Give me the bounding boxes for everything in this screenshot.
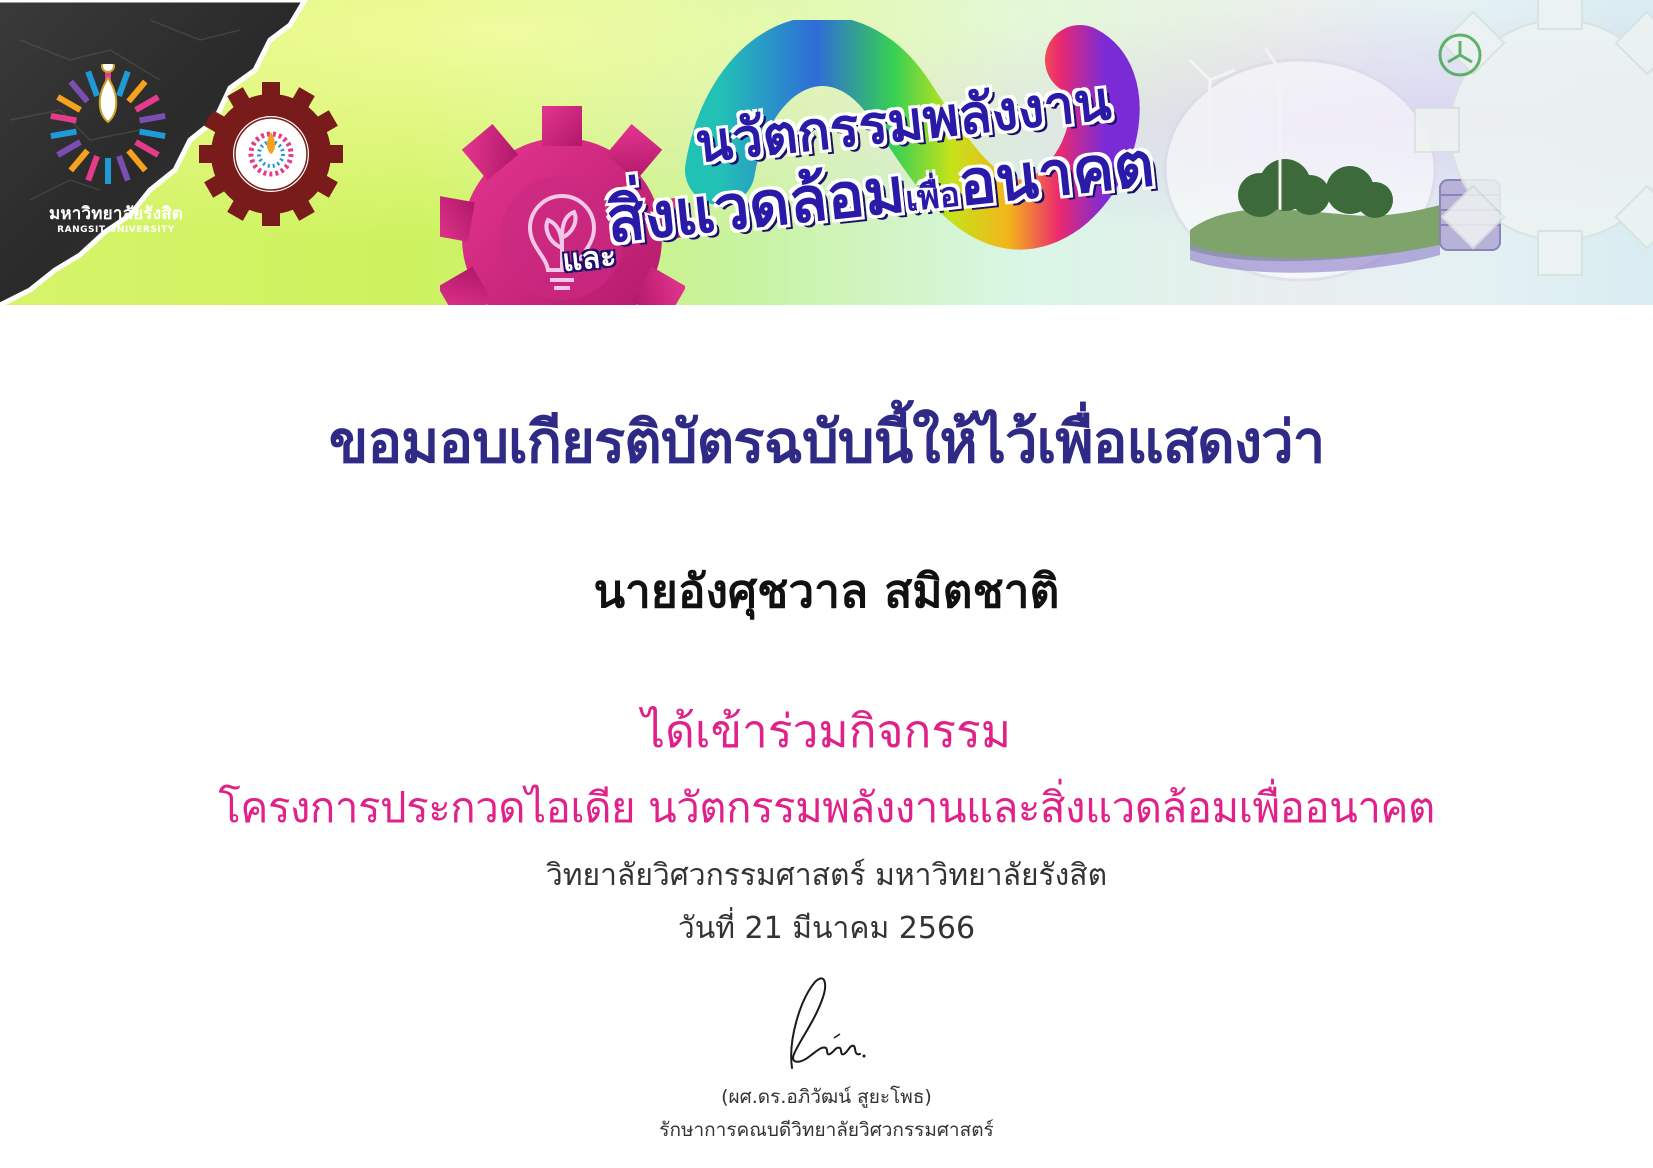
gear-decoration-icon xyxy=(1414,0,1653,276)
certificate-heading: ขอมอบเกียรติบัตรฉบับนี้ให้ไว้เพื่อแสดงว่… xyxy=(328,408,1326,476)
organization-name: วิทยาลัยวิศวกรรมศาสตร์ มหาวิทยาลัยรังสิต xyxy=(545,858,1108,893)
header-banner: มหาวิทยาลัยรังสิต RANGSIT UNIVERSITY นวั… xyxy=(0,0,1653,305)
certificate-date: วันที่ 21 มีนาคม 2566 xyxy=(677,911,976,946)
signatory-title: รักษาการคณบดีวิทยาลัยวิศวกรรมศาสตร์ xyxy=(659,1119,994,1141)
project-title: โครงการประกวดไอเดีย นวัตกรรมพลังงานและสิ… xyxy=(218,783,1435,832)
banner-title-end: อนาคต xyxy=(954,126,1158,221)
signature-image xyxy=(790,977,866,1069)
university-name-en: RANGSIT UNIVERSITY xyxy=(57,225,175,235)
college-of-engineering-seal-icon xyxy=(199,82,343,226)
university-name-th: มหาวิทยาลัยรังสิต xyxy=(48,204,184,224)
banner-title-small: เพื่อ xyxy=(903,174,962,220)
recipient-name: นายอังศุชวาล สมิตชาติ xyxy=(593,564,1060,618)
banner-title-main: สิ่งแวดล้อม xyxy=(603,153,909,258)
participation-statement: ได้เข้าร่วมกิจกรรม xyxy=(641,704,1012,758)
signatory-name: (ผศ.ดร.อภิวัฒน์ สูยะโพธ) xyxy=(721,1086,932,1108)
